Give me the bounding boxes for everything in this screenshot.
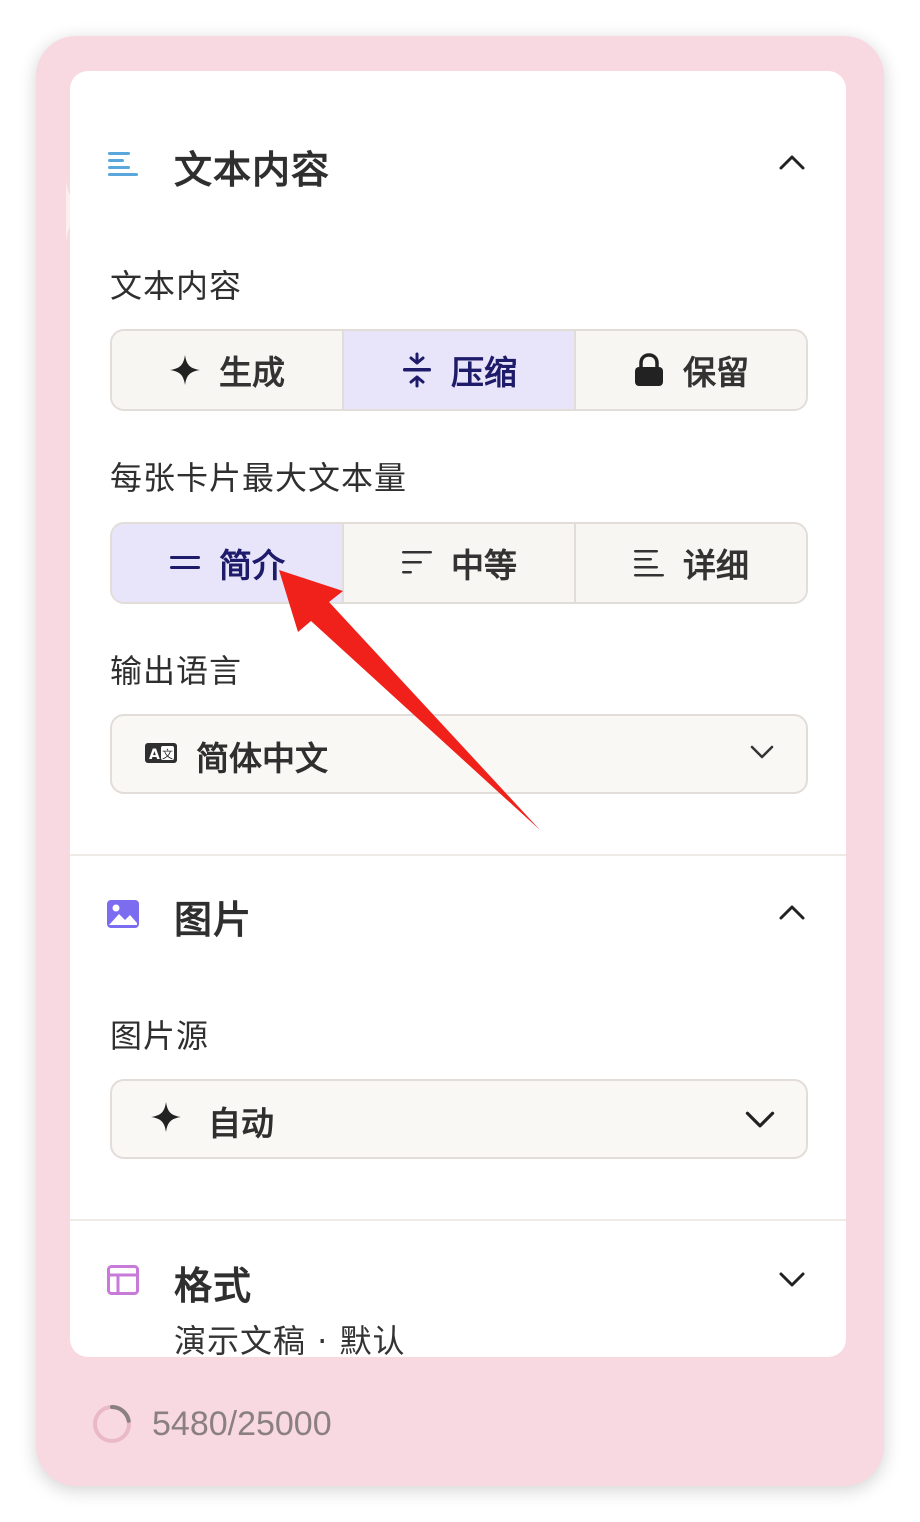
translate-icon: A 文 (145, 743, 177, 763)
svg-text:A: A (149, 747, 160, 763)
amount-brief-option[interactable]: 简介 (112, 524, 344, 602)
chevron-down-icon (745, 1111, 775, 1128)
brief-label: 简介 (219, 546, 285, 585)
character-count: 5480/25000 (152, 1404, 332, 1443)
compress-label: 压缩 (451, 353, 517, 392)
format-section-header[interactable]: 格式 (70, 1249, 846, 1309)
content-mode-segmented-control: 生成 压缩 保留 (110, 329, 808, 411)
text-lines-icon (108, 152, 138, 176)
character-count-footer: 5480/25000 (92, 1404, 332, 1444)
content-mode-compress-option[interactable]: 压缩 (344, 331, 576, 409)
two-lines-icon (170, 556, 200, 569)
settings-card: 文本内容 文本内容 生成 压缩 保留 每张卡片最大文本量 简介 中等 详细 输出… (70, 71, 846, 1357)
output-language-label: 输出语言 (110, 652, 243, 690)
generate-label: 生成 (219, 353, 285, 392)
usage-progress-ring-icon (93, 1405, 131, 1443)
chevron-up-icon[interactable] (778, 899, 806, 927)
text-section-title: 文本内容 (174, 148, 331, 192)
detailed-label: 详细 (683, 546, 749, 585)
amount-detailed-option[interactable]: 详细 (576, 524, 806, 602)
sparkle-icon (170, 355, 200, 385)
output-language-value: 简体中文 (196, 739, 328, 778)
text-section-header[interactable]: 文本内容 (70, 133, 846, 193)
keep-label: 保留 (683, 353, 749, 392)
output-language-select[interactable]: A 文 简体中文 (110, 714, 808, 794)
image-source-label: 图片源 (110, 1017, 210, 1055)
amount-medium-option[interactable]: 中等 (344, 524, 576, 602)
section-divider (70, 1219, 846, 1221)
image-source-value: 自动 (208, 1104, 274, 1143)
image-icon (107, 900, 139, 928)
settings-panel: 文本内容 文本内容 生成 压缩 保留 每张卡片最大文本量 简介 中等 详细 输出… (36, 36, 884, 1486)
content-mode-generate-option[interactable]: 生成 (112, 331, 344, 409)
lock-icon (635, 353, 663, 386)
text-amount-segmented-control: 简介 中等 详细 (110, 522, 808, 604)
format-section-title: 格式 (174, 1264, 253, 1308)
chevron-down-icon[interactable] (778, 1265, 806, 1293)
chevron-down-icon (750, 745, 774, 759)
image-source-select[interactable]: 自动 (110, 1079, 808, 1159)
content-mode-label: 文本内容 (110, 267, 243, 305)
content-mode-keep-option[interactable]: 保留 (576, 331, 806, 409)
sparkle-icon (151, 1102, 181, 1132)
format-subtitle: 演示文稿 · 默认 (174, 1322, 406, 1357)
chevron-up-icon[interactable] (778, 149, 806, 177)
image-section-header[interactable]: 图片 (70, 883, 846, 943)
image-section-title: 图片 (174, 898, 253, 942)
detailed-lines-icon (634, 550, 664, 577)
usage-progress-arc (110, 1405, 131, 1423)
svg-text:文: 文 (162, 747, 173, 761)
medium-label: 中等 (451, 546, 517, 585)
layout-icon (107, 1265, 139, 1295)
compress-icon (403, 352, 431, 388)
text-amount-label: 每张卡片最大文本量 (110, 459, 408, 497)
medium-lines-icon (402, 551, 432, 574)
section-divider (70, 854, 846, 856)
